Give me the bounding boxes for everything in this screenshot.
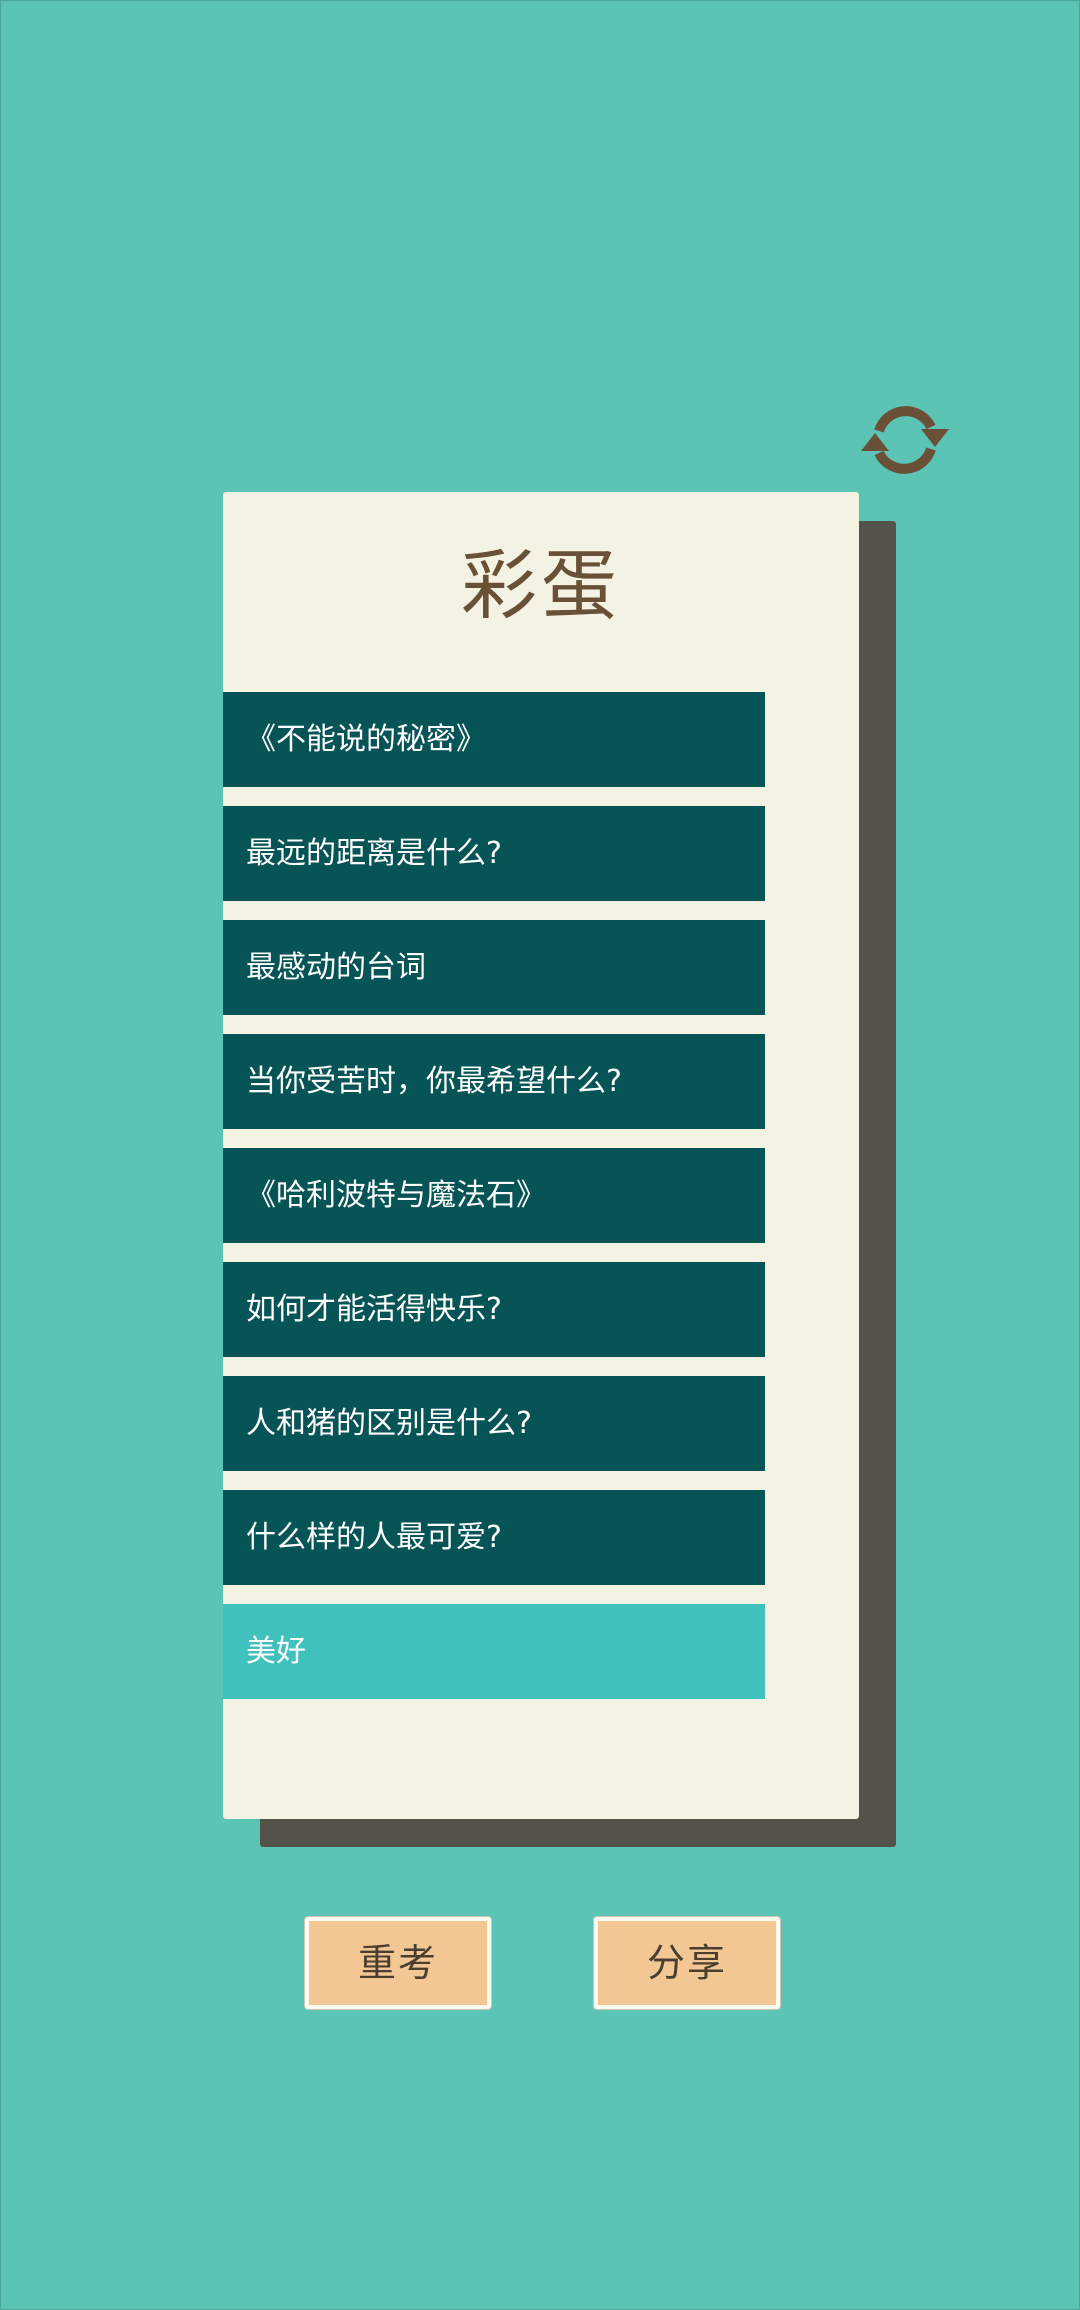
easter-egg-card: 彩蛋 《不能说的秘密》 最远的距离是什么? 最感动的台词 当你受苦时，你最希望什… bbox=[223, 492, 859, 1819]
retake-button[interactable]: 重考 bbox=[305, 1917, 491, 2009]
refresh-button[interactable] bbox=[859, 399, 951, 481]
question-list: 《不能说的秘密》 最远的距离是什么? 最感动的台词 当你受苦时，你最希望什么? … bbox=[223, 692, 765, 1718]
list-item[interactable]: 最远的距离是什么? bbox=[223, 806, 765, 901]
list-item[interactable]: 《不能说的秘密》 bbox=[223, 692, 765, 787]
list-item[interactable]: 当你受苦时，你最希望什么? bbox=[223, 1034, 765, 1129]
list-item-selected[interactable]: 美好 bbox=[223, 1604, 765, 1699]
list-item[interactable]: 人和猪的区别是什么? bbox=[223, 1376, 765, 1471]
list-item[interactable]: 最感动的台词 bbox=[223, 920, 765, 1015]
list-item[interactable]: 如何才能活得快乐? bbox=[223, 1262, 765, 1357]
card-title: 彩蛋 bbox=[461, 541, 621, 630]
refresh-icon bbox=[861, 406, 949, 474]
list-item[interactable]: 《哈利波特与魔法石》 bbox=[223, 1148, 765, 1243]
share-button[interactable]: 分享 bbox=[594, 1917, 780, 2009]
app-screen: 彩蛋 《不能说的秘密》 最远的距离是什么? 最感动的台词 当你受苦时，你最希望什… bbox=[0, 0, 1080, 2310]
list-item[interactable]: 什么样的人最可爱? bbox=[223, 1490, 765, 1585]
